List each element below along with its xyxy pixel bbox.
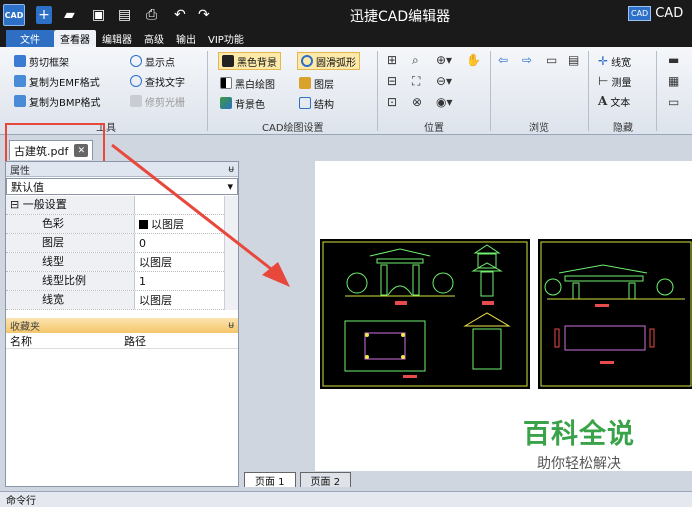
watermark: 百科全说 助你轻松解决 <box>517 412 641 473</box>
watermark-title: 百科全说 <box>523 419 635 450</box>
watermark-subtitle: 助你轻松解决 <box>537 456 621 472</box>
arrow-line <box>111 143 276 274</box>
command-bar[interactable]: 命令行 <box>0 491 692 507</box>
command-bar-label: 命令行 <box>6 496 36 507</box>
